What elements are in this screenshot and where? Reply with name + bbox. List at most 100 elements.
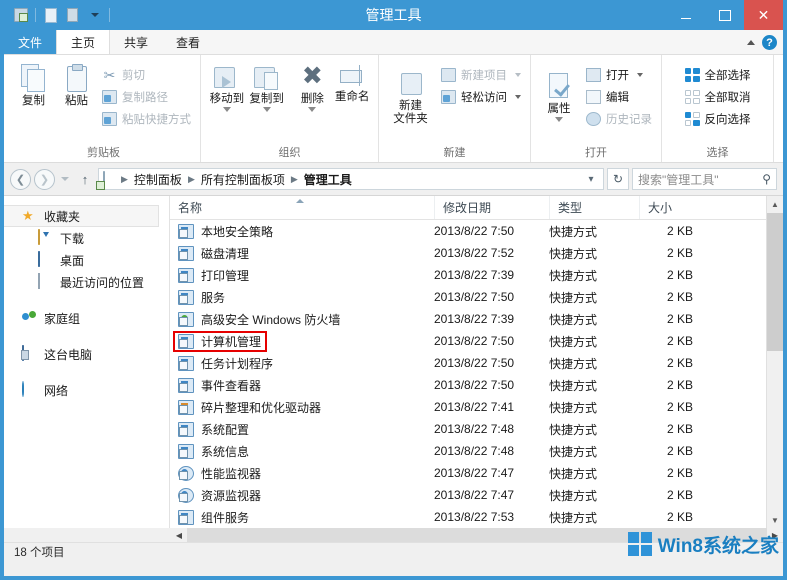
- copy-to-button[interactable]: 复制到: [247, 60, 287, 112]
- cell-name: 打印管理: [170, 267, 434, 284]
- defragment-shortcut-icon: [178, 399, 194, 415]
- breadcrumb-item-admin-tools[interactable]: 管理工具: [301, 171, 355, 188]
- scroll-down-button[interactable]: ▼: [767, 512, 783, 528]
- forward-button[interactable]: ❯: [34, 168, 55, 190]
- chevron-down-icon[interactable]: [515, 95, 521, 99]
- table-row[interactable]: 磁盘清理 2013/8/22 7:52 快捷方式 2 KB: [170, 242, 783, 264]
- rename-button[interactable]: 重命名: [332, 60, 372, 104]
- column-header-size[interactable]: 大小: [639, 196, 719, 219]
- scrollbar-thumb[interactable]: [767, 213, 783, 351]
- column-header-name[interactable]: 名称: [170, 196, 434, 219]
- app-icon[interactable]: [11, 6, 30, 25]
- cell-name: 服务: [170, 289, 434, 306]
- new-folder-button[interactable]: 新建 文件夹: [385, 60, 436, 126]
- search-placeholder: 搜索"管理工具": [638, 172, 719, 187]
- chevron-down-icon[interactable]: [637, 73, 643, 77]
- select-none-button[interactable]: 全部取消: [682, 86, 754, 108]
- table-row[interactable]: 碎片整理和优化驱动器 2013/8/22 7:41 快捷方式 2 KB: [170, 396, 783, 418]
- table-row[interactable]: 高级安全 Windows 防火墙 2013/8/22 7:39 快捷方式 2 KB: [170, 308, 783, 330]
- select-all-button[interactable]: 全部选择: [682, 64, 754, 86]
- recent-locations-chevron-down-icon[interactable]: [58, 169, 72, 190]
- up-button[interactable]: ↑: [75, 169, 95, 190]
- ribbon-group-title: 新建: [443, 147, 466, 159]
- table-row[interactable]: 系统配置 2013/8/22 7:48 快捷方式 2 KB: [170, 418, 783, 440]
- cell-date: 2013/8/22 7:52: [434, 246, 515, 260]
- select-none-icon: [684, 90, 700, 104]
- sidebar-item-this-pc[interactable]: 这台电脑: [4, 343, 169, 365]
- copy-path-icon: [102, 90, 117, 104]
- open-button[interactable]: 打开: [583, 64, 655, 86]
- cut-button[interactable]: ✂ 剪切: [99, 64, 194, 86]
- sidebar-item-downloads[interactable]: 下载: [4, 227, 169, 249]
- edit-button[interactable]: 编辑: [583, 86, 655, 108]
- chevron-down-icon[interactable]: [308, 107, 317, 112]
- file-name-label: 任务计划程序: [201, 356, 274, 371]
- column-header-date[interactable]: 修改日期: [434, 196, 549, 219]
- sidebar-item-desktop[interactable]: 桌面: [4, 249, 169, 271]
- sidebar-item-homegroup[interactable]: 家庭组: [4, 307, 169, 329]
- easy-access-button[interactable]: 轻松访问: [438, 86, 524, 108]
- cell-type: 快捷方式: [549, 422, 598, 437]
- scrollbar-track[interactable]: [767, 213, 783, 512]
- table-row[interactable]: 系统信息 2013/8/22 7:48 快捷方式 2 KB: [170, 440, 783, 462]
- history-button[interactable]: 历史记录: [583, 108, 655, 130]
- sidebar-item-favorites[interactable]: ★ 收藏夹: [4, 205, 159, 227]
- properties-icon[interactable]: [63, 6, 82, 25]
- cell-date: 2013/8/22 7:50: [434, 290, 515, 304]
- chevron-down-icon[interactable]: [555, 117, 563, 122]
- chevron-down-icon[interactable]: [262, 107, 271, 112]
- tab-home[interactable]: 主页: [56, 30, 111, 54]
- maximize-button[interactable]: [705, 0, 744, 30]
- copy-path-button[interactable]: 复制路径: [99, 86, 194, 108]
- minimize-button[interactable]: [666, 0, 705, 30]
- chevron-up-icon[interactable]: [747, 40, 755, 45]
- ribbon-group-title: 组织: [278, 147, 301, 159]
- delete-button[interactable]: ✖ 删除: [293, 60, 333, 112]
- chevron-down-icon[interactable]: [515, 73, 521, 77]
- refresh-button[interactable]: ↻: [607, 168, 629, 190]
- search-input[interactable]: 搜索"管理工具" ⚲: [632, 168, 777, 190]
- file-rows: 本地安全策略 2013/8/22 7:50 快捷方式 2 KB 磁盘清理 2013/8/2…: [170, 220, 783, 528]
- cell-type: 快捷方式: [549, 312, 598, 327]
- help-icon[interactable]: ?: [762, 35, 777, 50]
- file-list-pane: 名称 修改日期 类型 大小 本地安全策略 2013/8/22 7:50 快捷方式 2 …: [170, 196, 783, 528]
- table-row[interactable]: 组件服务 2013/8/22 7:53 快捷方式 2 KB: [170, 506, 783, 528]
- back-button[interactable]: ❮: [10, 168, 31, 190]
- invert-selection-button[interactable]: 反向选择: [682, 108, 754, 130]
- table-row[interactable]: 服务 2013/8/22 7:50 快捷方式 2 KB: [170, 286, 783, 308]
- paste-shortcut-button[interactable]: 粘贴快捷方式: [99, 108, 194, 130]
- properties-button[interactable]: 属性: [537, 60, 581, 122]
- chevron-down-icon[interactable]: [222, 107, 231, 112]
- table-row[interactable]: 任务计划程序 2013/8/22 7:50 快捷方式 2 KB: [170, 352, 783, 374]
- sidebar-item-network[interactable]: 网络: [4, 379, 169, 401]
- breadcrumb-item-control-panel[interactable]: 控制面板: [131, 171, 185, 188]
- copy-button[interactable]: 复制: [13, 60, 54, 108]
- vertical-scrollbar[interactable]: ▲ ▼: [766, 196, 783, 528]
- breadcrumb-item-all-items[interactable]: 所有控制面板项: [198, 171, 288, 188]
- tab-share[interactable]: 共享: [110, 30, 162, 54]
- table-row[interactable]: 事件查看器 2013/8/22 7:50 快捷方式 2 KB: [170, 374, 783, 396]
- move-to-button[interactable]: 移动到: [207, 60, 247, 112]
- path-chevron-down-icon[interactable]: ▾: [583, 174, 599, 185]
- table-row[interactable]: 资源监视器 2013/8/22 7:47 快捷方式 2 KB: [170, 484, 783, 506]
- cell-date: 2013/8/22 7:39: [434, 312, 515, 326]
- table-row[interactable]: 性能监视器 2013/8/22 7:47 快捷方式 2 KB: [170, 462, 783, 484]
- scroll-up-button[interactable]: ▲: [767, 196, 783, 213]
- scroll-left-button[interactable]: ◀: [171, 528, 187, 542]
- tab-view[interactable]: 查看: [162, 30, 214, 54]
- sidebar-item-recent-places[interactable]: 最近访问的位置: [4, 271, 169, 293]
- tab-file[interactable]: 文件: [4, 30, 57, 54]
- status-area: ◀ ▶ 18 个项目 Win8系统之家: [4, 528, 783, 560]
- close-button[interactable]: ✕: [744, 0, 783, 30]
- new-item-icon[interactable]: [41, 6, 60, 25]
- table-row[interactable]: 计算机管理 2013/8/22 7:50 快捷方式 2 KB: [170, 330, 783, 352]
- new-item-button[interactable]: 新建项目: [438, 64, 524, 86]
- column-header-type[interactable]: 类型: [549, 196, 639, 219]
- task-scheduler-shortcut-icon: [178, 355, 194, 371]
- table-row[interactable]: 本地安全策略 2013/8/22 7:50 快捷方式 2 KB: [170, 220, 783, 242]
- table-row[interactable]: 打印管理 2013/8/22 7:39 快捷方式 2 KB: [170, 264, 783, 286]
- cell-date: 2013/8/22 7:50: [434, 378, 515, 392]
- paste-button[interactable]: 粘贴: [56, 60, 97, 108]
- qat-dropdown-caret-icon[interactable]: [85, 6, 104, 25]
- breadcrumb[interactable]: ▶ 控制面板 ▶ 所有控制面板项 ▶ 管理工具 ▾: [98, 168, 604, 190]
